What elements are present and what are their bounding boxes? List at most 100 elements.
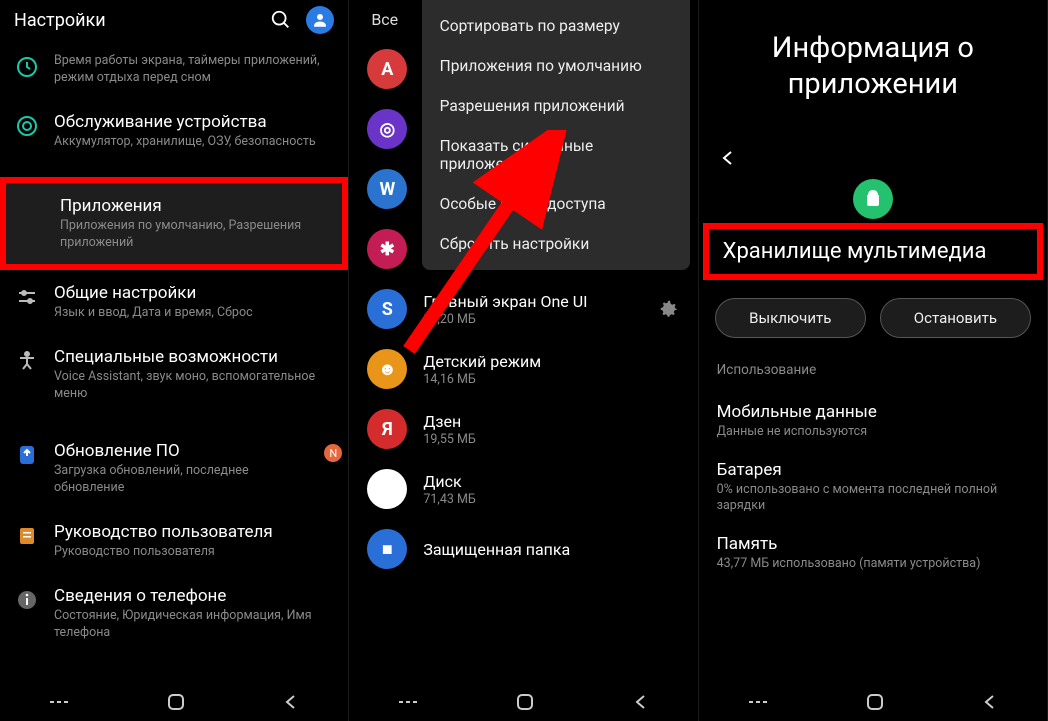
usage-title: Мобильные данные	[717, 402, 1029, 422]
settings-item-care[interactable]: Обслуживание устройстваАккумулятор, хран…	[0, 99, 348, 163]
app-icon: ✱	[367, 229, 407, 269]
android-icon	[853, 179, 893, 219]
nav-back[interactable]	[282, 693, 300, 711]
settings-item-apps[interactable]: ПриложенияПриложения по умолчанию, Разре…	[0, 177, 348, 270]
care-icon	[14, 113, 40, 139]
nav-home[interactable]	[865, 692, 885, 712]
nav-back[interactable]	[632, 693, 650, 711]
app-icon: W	[367, 169, 407, 209]
app-name: Диск	[423, 472, 679, 491]
item-subtitle: Язык и ввод, Дата и время, Сброс	[54, 305, 342, 322]
nav-bar	[0, 683, 348, 721]
item-title: Общие настройки	[54, 282, 342, 304]
app-size: 19,55 МБ	[423, 432, 679, 447]
item-subtitle: Voice Assistant, звук моно, вспомогатель…	[54, 369, 342, 403]
item-subtitle: Время работы экрана, таймеры приложений,…	[54, 53, 342, 87]
update-icon	[14, 442, 40, 468]
app-icon: S	[367, 289, 407, 329]
sliders-icon	[14, 284, 40, 310]
menu-item-1[interactable]: Приложения по умолчанию	[422, 46, 690, 86]
menu-item-0[interactable]: Сортировать по размеру	[422, 6, 690, 46]
apps-panel: Все Сортировать по размеруПриложения по …	[349, 0, 698, 721]
item-title: Специальные возможности	[54, 346, 342, 368]
app-row[interactable]: ☻ Детский режим14,16 МБ	[349, 339, 697, 399]
overflow-menu: Сортировать по размеруПриложения по умол…	[422, 0, 690, 270]
usage-subtitle: 0% использовано с момента последней полн…	[717, 482, 1029, 515]
app-icon: ▲	[367, 469, 407, 509]
app-row[interactable]: Я Дзен19,55 МБ	[349, 399, 697, 459]
search-icon[interactable]	[270, 9, 292, 31]
app-icon: ☻	[367, 349, 407, 389]
update-badge: N	[324, 444, 342, 462]
app-name: Защищенная папка	[423, 540, 679, 559]
app-size: 71,43 МБ	[423, 492, 679, 507]
settings-item-clock[interactable]: Время работы экрана, таймеры приложений,…	[0, 40, 348, 99]
nav-bar	[699, 683, 1047, 721]
settings-title: Настройки	[14, 10, 270, 31]
nav-recents[interactable]	[747, 695, 769, 709]
usage-item[interactable]: Мобильные данные Данные не используются	[699, 392, 1047, 450]
app-row[interactable]: ▲ Диск71,43 МБ	[349, 459, 697, 519]
app-name: Главный экран One UI	[423, 292, 641, 311]
usage-subtitle: 43,77 МБ использовано (памяти устройства…	[717, 556, 1029, 572]
action-buttons: Выключить Остановить	[699, 298, 1047, 358]
settings-item-manual[interactable]: Руководство пользователяРуководство поль…	[0, 509, 348, 573]
item-title: Обновление ПО	[54, 440, 310, 462]
item-subtitle: Аккумулятор, хранилище, ОЗУ, безопасност…	[54, 134, 342, 151]
menu-item-5[interactable]: Сбросить настройки	[422, 224, 690, 264]
settings-item-access[interactable]: Специальные возможностиVoice Assistant, …	[0, 334, 348, 415]
app-name-highlight: Хранилище мультимедиа	[703, 223, 1043, 280]
apps-icon	[20, 197, 46, 223]
usage-title: Батарея	[717, 460, 1029, 480]
app-icon: ■	[367, 529, 407, 569]
access-icon	[14, 348, 40, 374]
nav-home[interactable]	[166, 692, 186, 712]
settings-item-info[interactable]: Сведения о телефонеСостояние, Юридическа…	[0, 573, 348, 654]
usage-section-label: Использование	[699, 358, 1047, 392]
nav-recents[interactable]	[397, 695, 419, 709]
item-subtitle: Приложения по умолчанию, Разрешения прил…	[60, 218, 336, 252]
app-row[interactable]: ■ Защищенная папка	[349, 519, 697, 579]
app-name: Хранилище мультимедиа	[723, 239, 987, 264]
disable-button[interactable]: Выключить	[715, 298, 866, 338]
clock-icon	[14, 54, 40, 80]
item-title: Обслуживание устройства	[54, 111, 342, 133]
nav-back[interactable]	[981, 693, 999, 711]
settings-panel: Настройки Время работы экрана, таймеры п…	[0, 0, 349, 721]
item-subtitle: Руководство пользователя	[54, 544, 342, 561]
page-title: Информация о приложении	[699, 30, 1047, 143]
app-row[interactable]: S Главный экран One UI27,20 МБ	[349, 279, 697, 339]
info-icon	[14, 587, 40, 613]
menu-item-2[interactable]: Разрешения приложений	[422, 86, 690, 126]
menu-item-3[interactable]: Показать системные приложения	[422, 126, 690, 184]
profile-avatar[interactable]	[306, 6, 334, 34]
app-icon: ◎	[367, 109, 407, 149]
app-size: 14,16 МБ	[423, 372, 679, 387]
settings-header: Настройки	[0, 0, 348, 40]
back-button[interactable]	[699, 143, 1047, 173]
item-title: Руководство пользователя	[54, 521, 342, 543]
menu-item-4[interactable]: Особые права доступа	[422, 184, 690, 224]
app-info-panel: Информация о приложении Хранилище мульти…	[699, 0, 1048, 721]
usage-item[interactable]: Батарея0% использовано с момента последн…	[699, 450, 1047, 525]
usage-subtitle: Данные не используются	[717, 424, 1029, 440]
usage-item[interactable]: Память 43,77 МБ использовано (памяти устр…	[699, 524, 1047, 582]
app-name: Детский режим	[423, 352, 679, 371]
usage-title: Память	[717, 534, 1029, 554]
nav-bar	[349, 683, 697, 721]
manual-icon	[14, 523, 40, 549]
app-size: 27,20 МБ	[423, 312, 641, 327]
settings-item-sliders[interactable]: Общие настройкиЯзык и ввод, Дата и время…	[0, 270, 348, 334]
settings-item-update[interactable]: Обновление ПОЗагрузка обновлений, послед…	[0, 428, 348, 509]
app-icon: А	[367, 49, 407, 89]
nav-recents[interactable]	[48, 695, 70, 709]
item-title: Сведения о телефоне	[54, 585, 342, 607]
nav-home[interactable]	[515, 692, 535, 712]
app-icon: Я	[367, 409, 407, 449]
item-title: Приложения	[60, 195, 336, 217]
app-name: Дзен	[423, 412, 679, 431]
stop-button[interactable]: Остановить	[880, 298, 1031, 338]
gear-icon[interactable]	[658, 298, 680, 320]
item-subtitle: Состояние, Юридическая информация, Имя т…	[54, 608, 342, 642]
item-subtitle: Загрузка обновлений, последнее обновлени…	[54, 463, 310, 497]
